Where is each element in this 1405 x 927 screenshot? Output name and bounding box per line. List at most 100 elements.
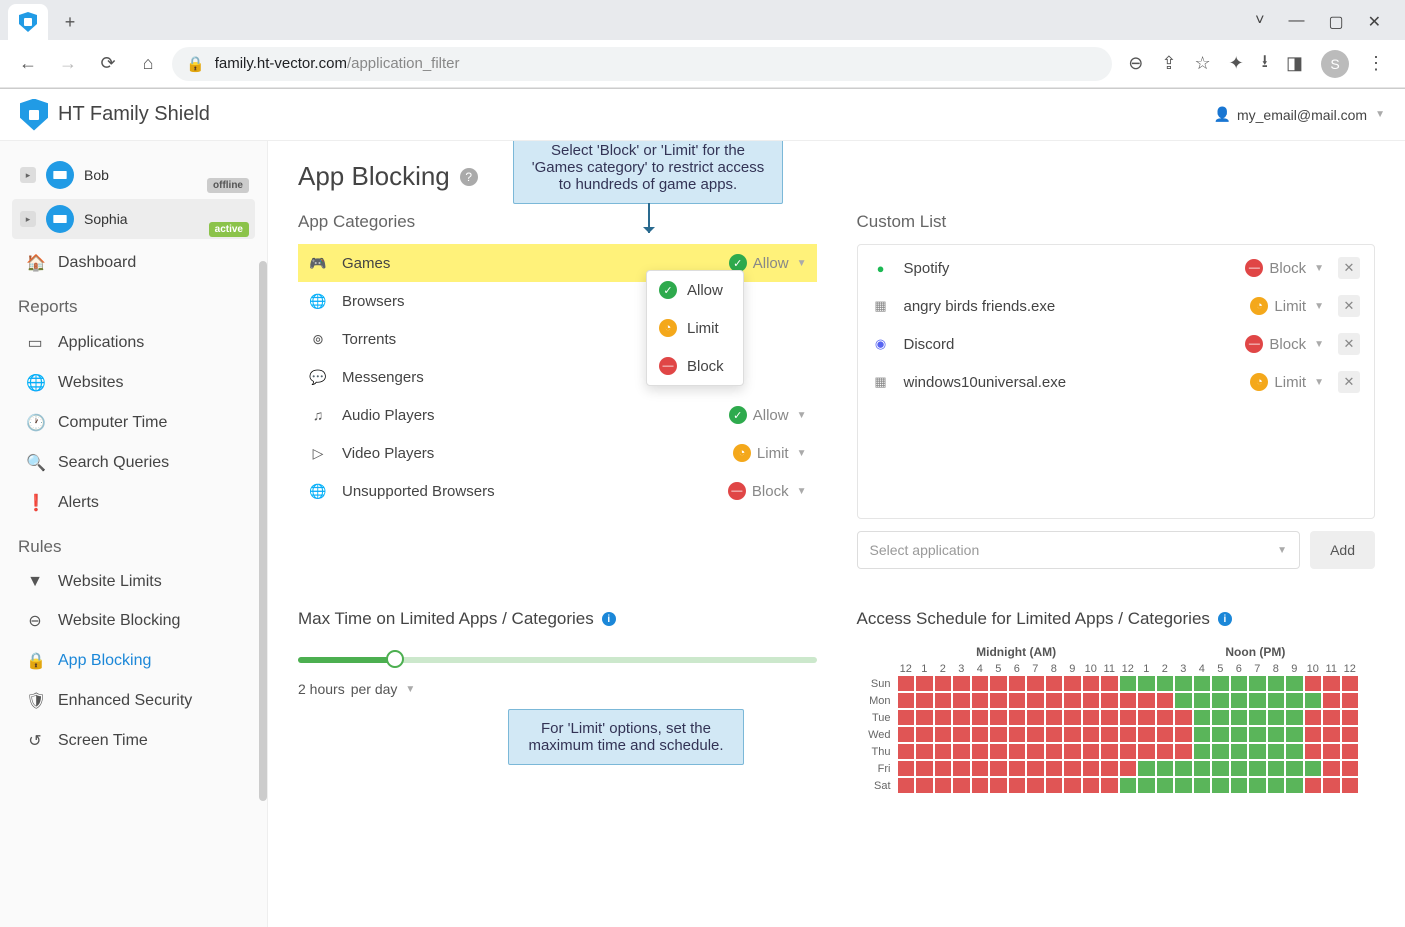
schedule-cell[interactable] — [1063, 760, 1082, 777]
close-button[interactable]: ✕ — [1368, 12, 1381, 32]
schedule-cell[interactable] — [1026, 760, 1045, 777]
schedule-cell[interactable] — [1193, 709, 1212, 726]
schedule-cell[interactable] — [1193, 692, 1212, 709]
schedule-cell[interactable] — [934, 777, 953, 794]
schedule-cell[interactable] — [1304, 692, 1323, 709]
schedule-cell[interactable] — [1137, 709, 1156, 726]
share-icon[interactable]: ⇪ — [1161, 53, 1176, 74]
status-dropdown-trigger[interactable]: ◔Limit▼ — [1250, 373, 1324, 391]
schedule-cell[interactable] — [989, 675, 1008, 692]
schedule-cell[interactable] — [1119, 760, 1138, 777]
schedule-cell[interactable] — [1285, 709, 1304, 726]
user-menu[interactable]: 👤 my_email@mail.com ▼ — [1214, 106, 1385, 123]
sidepanel-icon[interactable]: ◨ — [1286, 53, 1303, 74]
schedule-cell[interactable] — [897, 760, 916, 777]
schedule-cell[interactable] — [1285, 675, 1304, 692]
nav-dashboard[interactable]: 🏠Dashboard — [0, 243, 267, 283]
schedule-cell[interactable] — [1045, 675, 1064, 692]
nav-applications[interactable]: ▭Applications — [0, 323, 267, 363]
schedule-cell[interactable] — [1341, 726, 1360, 743]
custom-list-row[interactable]: ●Spotify—Block▼✕ — [862, 249, 1371, 287]
minimize-button[interactable]: ― — [1288, 12, 1304, 32]
nav-website-limits[interactable]: ▼Website Limits — [0, 563, 267, 601]
schedule-cell[interactable] — [1174, 726, 1193, 743]
schedule-cell[interactable] — [1322, 777, 1341, 794]
schedule-cell[interactable] — [1322, 675, 1341, 692]
help-icon[interactable]: ? — [460, 168, 478, 186]
schedule-cell[interactable] — [1100, 709, 1119, 726]
schedule-cell[interactable] — [952, 760, 971, 777]
schedule-cell[interactable] — [1248, 726, 1267, 743]
schedule-cell[interactable] — [1174, 692, 1193, 709]
custom-list-row[interactable]: ▦windows10universal.exe◔Limit▼✕ — [862, 363, 1371, 401]
schedule-cell[interactable] — [1211, 760, 1230, 777]
schedule-cell[interactable] — [1267, 743, 1286, 760]
add-button[interactable]: Add — [1310, 531, 1375, 569]
schedule-cell[interactable] — [1063, 709, 1082, 726]
schedule-cell[interactable] — [1063, 726, 1082, 743]
schedule-cell[interactable] — [952, 726, 971, 743]
info-icon[interactable]: i — [602, 612, 616, 626]
schedule-cell[interactable] — [915, 760, 934, 777]
select-application[interactable]: Select application ▼ — [857, 531, 1301, 569]
category-row[interactable]: 🌐Unsupported Browsers—Block▼ — [298, 472, 817, 510]
schedule-cell[interactable] — [1082, 760, 1101, 777]
schedule-cell[interactable] — [1230, 675, 1249, 692]
schedule-cell[interactable] — [1082, 777, 1101, 794]
dropdown-block[interactable]: —Block — [647, 347, 743, 385]
schedule-cell[interactable] — [1156, 743, 1175, 760]
schedule-cell[interactable] — [1026, 777, 1045, 794]
schedule-cell[interactable] — [934, 760, 953, 777]
schedule-cell[interactable] — [1267, 675, 1286, 692]
category-row[interactable]: ▷Video Players◔Limit▼ — [298, 434, 817, 472]
schedule-cell[interactable] — [1193, 726, 1212, 743]
schedule-cell[interactable] — [1137, 743, 1156, 760]
schedule-cell[interactable] — [897, 777, 916, 794]
schedule-cell[interactable] — [1026, 726, 1045, 743]
schedule-cell[interactable] — [1285, 760, 1304, 777]
schedule-cell[interactable] — [915, 709, 934, 726]
extensions-icon[interactable]: ✦ — [1229, 53, 1244, 74]
schedule-cell[interactable] — [1082, 743, 1101, 760]
schedule-cell[interactable] — [971, 675, 990, 692]
schedule-cell[interactable] — [1211, 743, 1230, 760]
schedule-cell[interactable] — [1174, 743, 1193, 760]
expand-icon[interactable]: ▸ — [20, 167, 36, 183]
schedule-cell[interactable] — [1211, 726, 1230, 743]
schedule-cell[interactable] — [915, 692, 934, 709]
schedule-cell[interactable] — [1230, 726, 1249, 743]
schedule-cell[interactable] — [1008, 777, 1027, 794]
schedule-cell[interactable] — [1230, 777, 1249, 794]
status-dropdown-trigger[interactable]: —Block▼ — [728, 482, 807, 500]
remove-button[interactable]: ✕ — [1338, 257, 1360, 279]
schedule-cell[interactable] — [971, 743, 990, 760]
schedule-cell[interactable] — [1174, 709, 1193, 726]
schedule-cell[interactable] — [1248, 760, 1267, 777]
schedule-cell[interactable] — [1082, 709, 1101, 726]
schedule-cell[interactable] — [952, 675, 971, 692]
schedule-cell[interactable] — [934, 692, 953, 709]
schedule-cell[interactable] — [915, 675, 934, 692]
status-dropdown-trigger[interactable]: ◔Limit▼ — [1250, 297, 1324, 315]
schedule-cell[interactable] — [1045, 709, 1064, 726]
schedule-cell[interactable] — [1322, 709, 1341, 726]
schedule-cell[interactable] — [1174, 675, 1193, 692]
schedule-cell[interactable] — [1045, 743, 1064, 760]
schedule-cell[interactable] — [1045, 726, 1064, 743]
schedule-cell[interactable] — [1211, 777, 1230, 794]
schedule-cell[interactable] — [1082, 726, 1101, 743]
schedule-cell[interactable] — [1063, 777, 1082, 794]
custom-list-row[interactable]: ◉Discord—Block▼✕ — [862, 325, 1371, 363]
schedule-cell[interactable] — [1137, 675, 1156, 692]
dropdown-limit[interactable]: ◔Limit — [647, 309, 743, 347]
scrollbar-thumb[interactable] — [259, 261, 267, 801]
schedule-cell[interactable] — [1193, 760, 1212, 777]
schedule-cell[interactable] — [1008, 675, 1027, 692]
status-dropdown-trigger[interactable]: ◔Limit▼ — [733, 444, 807, 462]
schedule-cell[interactable] — [1008, 726, 1027, 743]
browser-tab[interactable] — [8, 4, 48, 40]
schedule-cell[interactable] — [1137, 760, 1156, 777]
schedule-cell[interactable] — [1026, 692, 1045, 709]
schedule-cell[interactable] — [1045, 777, 1064, 794]
schedule-cell[interactable] — [1119, 777, 1138, 794]
